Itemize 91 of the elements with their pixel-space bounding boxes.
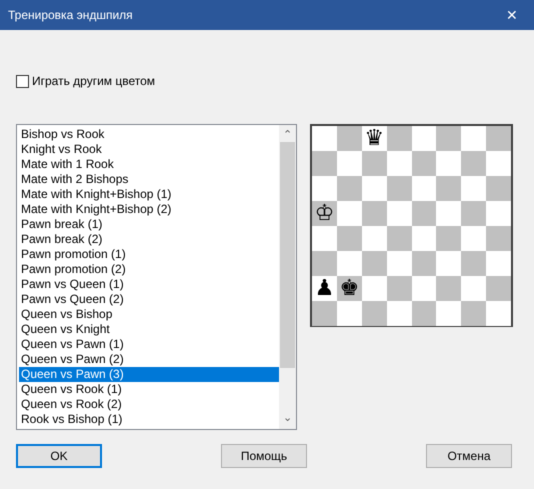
list-item[interactable]: Mate with Knight+Bishop (1) — [19, 187, 279, 202]
board-square[interactable] — [436, 126, 462, 151]
board-square[interactable] — [486, 301, 512, 326]
list-item[interactable]: Pawn promotion (1) — [19, 247, 279, 262]
list-item[interactable]: Queen vs Rook (1) — [19, 382, 279, 397]
board-square[interactable] — [362, 226, 387, 251]
board-square[interactable] — [362, 176, 387, 201]
board-square[interactable] — [412, 251, 436, 276]
board-square[interactable] — [312, 301, 337, 326]
board-square[interactable] — [436, 176, 462, 201]
board-square[interactable] — [336, 226, 362, 251]
board-square[interactable] — [486, 176, 512, 201]
board-square[interactable] — [461, 226, 486, 251]
list-item[interactable]: Knight vs Rook — [19, 142, 279, 157]
checkbox-label: Играть другим цветом — [32, 73, 156, 90]
board-square[interactable] — [461, 251, 486, 276]
board-square[interactable] — [436, 151, 462, 176]
board-square[interactable] — [386, 251, 412, 276]
board-square[interactable] — [436, 251, 462, 276]
list-item[interactable]: Pawn vs Queen (2) — [19, 292, 279, 307]
board-square[interactable] — [486, 126, 512, 151]
board-square[interactable] — [386, 126, 412, 151]
list-item[interactable]: Queen vs Bishop — [19, 307, 279, 322]
board-square[interactable] — [312, 126, 337, 151]
board-square[interactable] — [386, 226, 412, 251]
board-square[interactable] — [386, 276, 412, 301]
board-square[interactable] — [461, 151, 486, 176]
board-square[interactable] — [312, 226, 337, 251]
close-button[interactable]: ✕ — [500, 3, 524, 27]
window-title: Тренировка эндшпиля — [8, 7, 133, 24]
board-square[interactable] — [461, 201, 486, 226]
board-square[interactable] — [412, 301, 436, 326]
list-item[interactable]: Pawn vs Queen (1) — [19, 277, 279, 292]
list-item[interactable]: Queen vs Pawn (1) — [19, 337, 279, 352]
board-square[interactable] — [336, 301, 362, 326]
board-square[interactable] — [486, 226, 512, 251]
list-item[interactable]: Mate with 1 Rook — [19, 157, 279, 172]
board-square[interactable] — [412, 201, 436, 226]
list-item[interactable]: Queen vs Knight — [19, 322, 279, 337]
board-square[interactable] — [436, 276, 462, 301]
list-item[interactable]: Rook vs Bishop (1) — [19, 412, 279, 427]
list-item[interactable]: Bishop vs Rook — [19, 127, 279, 142]
board-square[interactable] — [386, 176, 412, 201]
board-square[interactable] — [336, 201, 362, 226]
board-square[interactable] — [362, 251, 387, 276]
dialog-button[interactable]: Помощь — [221, 444, 307, 468]
scrollbar-thumb[interactable] — [280, 142, 295, 368]
list-item[interactable]: Mate with 2 Bishops — [19, 172, 279, 187]
board-square[interactable] — [436, 226, 462, 251]
board-square[interactable] — [412, 226, 436, 251]
board-square[interactable] — [386, 201, 412, 226]
list-item[interactable]: Queen vs Pawn (3) — [19, 367, 279, 382]
list-item[interactable]: Mate with Knight+Bishop (2) — [19, 202, 279, 217]
board-square[interactable] — [436, 301, 462, 326]
scrollbar[interactable]: ⌃ ⌄ — [279, 125, 296, 429]
board-square[interactable] — [412, 276, 436, 301]
board-square[interactable] — [312, 151, 337, 176]
board-square[interactable] — [386, 301, 412, 326]
checkbox[interactable] — [16, 74, 29, 88]
scroll-down-button[interactable]: ⌄ — [283, 412, 292, 429]
dialog-button[interactable]: Отмена — [426, 444, 512, 468]
list-item[interactable]: Queen vs Pawn (2) — [19, 352, 279, 367]
board-square[interactable] — [412, 176, 436, 201]
board-square[interactable] — [362, 151, 387, 176]
list-item[interactable]: Pawn break (2) — [19, 232, 279, 247]
board-square[interactable] — [312, 251, 337, 276]
board-square[interactable] — [486, 151, 512, 176]
board-square[interactable] — [312, 176, 337, 201]
board-square[interactable] — [362, 276, 387, 301]
board-square[interactable] — [336, 126, 362, 151]
board-square[interactable] — [436, 201, 462, 226]
scroll-up-button[interactable]: ⌃ — [283, 125, 292, 142]
board-square[interactable] — [461, 301, 486, 326]
dialog-button[interactable]: OK — [16, 444, 102, 468]
board-square[interactable] — [461, 176, 486, 201]
board-square[interactable] — [486, 251, 512, 276]
board-square[interactable] — [461, 276, 486, 301]
board-square[interactable] — [336, 251, 362, 276]
list-item[interactable]: Pawn break (1) — [19, 217, 279, 232]
board-square[interactable] — [362, 301, 387, 326]
board-square[interactable] — [486, 201, 512, 226]
board-square[interactable] — [336, 176, 362, 201]
list-item[interactable]: Queen vs Rook (2) — [19, 397, 279, 412]
board-square[interactable] — [336, 151, 362, 176]
board-square[interactable] — [362, 201, 387, 226]
board-square[interactable] — [412, 126, 436, 151]
board-square[interactable] — [412, 151, 436, 176]
list-item[interactable]: Pawn promotion (2) — [19, 262, 279, 277]
board-square[interactable] — [461, 126, 486, 151]
board-square[interactable] — [386, 151, 412, 176]
board-square[interactable] — [486, 276, 512, 301]
